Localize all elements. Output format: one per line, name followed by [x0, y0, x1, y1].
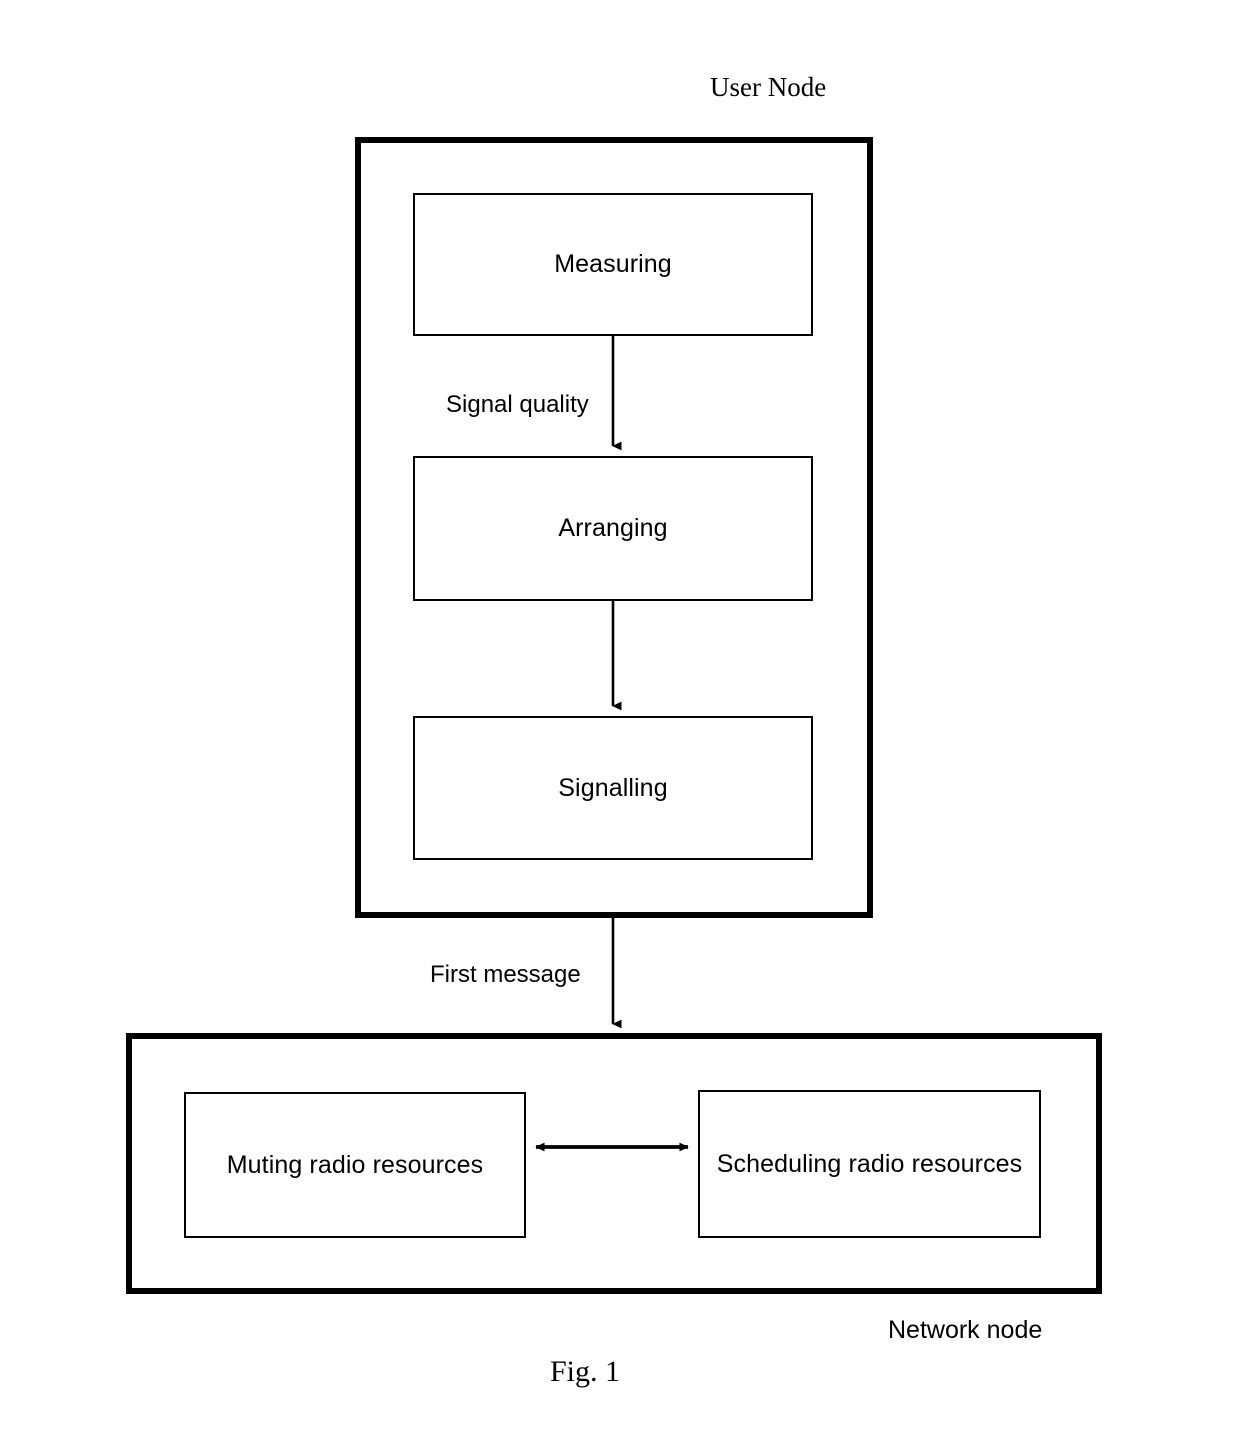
- edge-label-signal-quality: Signal quality: [446, 391, 589, 418]
- network-node-title: Network node: [888, 1316, 1043, 1344]
- step-box-signalling[interactable]: Signalling: [413, 716, 813, 860]
- user-node-title: User Node: [710, 72, 827, 102]
- edge-label-first-message: First message: [430, 961, 581, 988]
- step-box-measuring[interactable]: Measuring: [413, 193, 813, 336]
- block-label-muting-radio-resources: Muting radio resources: [226, 1150, 484, 1179]
- step-box-arranging[interactable]: Arranging: [413, 456, 813, 601]
- block-box-scheduling-radio-resources[interactable]: Scheduling radio resources: [698, 1090, 1041, 1238]
- step-label-arranging: Arranging: [558, 514, 668, 542]
- step-label-signalling: Signalling: [558, 773, 668, 802]
- block-label-scheduling-radio-resources: Scheduling radio resources: [716, 1149, 1023, 1178]
- figure-canvas: User Node Measuring Arranging Signalling…: [0, 0, 1240, 1448]
- block-box-muting-radio-resources[interactable]: Muting radio resources: [184, 1092, 526, 1238]
- step-label-measuring: Measuring: [554, 250, 672, 278]
- figure-caption: Fig. 1: [550, 1355, 621, 1388]
